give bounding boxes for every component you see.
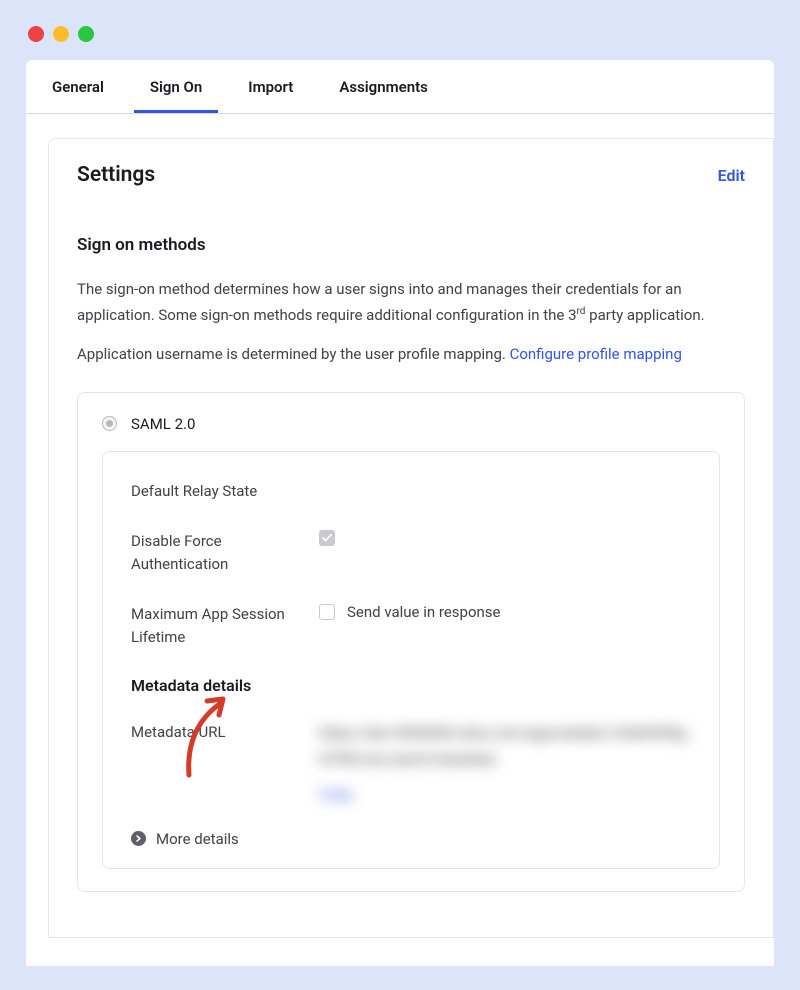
panel-title: Settings	[77, 163, 155, 187]
browser-frame: General Sign On Import Assignments Setti…	[12, 12, 788, 978]
metadata-url-label: Metadata URL	[131, 721, 319, 744]
blurred-action: Copy	[319, 782, 353, 808]
settings-panel: Settings Edit Sign on methods The sign-o…	[48, 138, 774, 938]
disable-force-auth-checkbox[interactable]	[319, 530, 335, 546]
signon-method-card: SAML 2.0 Default Relay State Disable For…	[77, 392, 745, 892]
tab-assignments[interactable]: Assignments	[323, 60, 443, 113]
chevron-right-icon	[131, 831, 146, 846]
tab-bar: General Sign On Import Assignments	[26, 60, 774, 114]
app-content: General Sign On Import Assignments Setti…	[26, 60, 774, 966]
window-maximize-button[interactable]	[78, 26, 94, 42]
default-relay-state-label: Default Relay State	[131, 480, 319, 503]
more-details-label: More details	[156, 830, 239, 848]
blurred-text: https://dev-0000000.okta.com/app/exkabc1…	[319, 724, 687, 768]
saml-settings-card: Default Relay State Disable Force Authen…	[102, 451, 720, 869]
disable-force-auth-label: Disable Force Authentication	[131, 530, 319, 575]
configure-profile-mapping-link[interactable]: Configure profile mapping	[510, 345, 682, 363]
text: party application.	[585, 306, 704, 324]
edit-button[interactable]: Edit	[718, 166, 745, 185]
max-session-row: Maximum App Session Lifetime Send value …	[131, 603, 691, 648]
max-session-label: Maximum App Session Lifetime	[131, 603, 319, 648]
radio-icon	[102, 416, 117, 431]
tab-import[interactable]: Import	[232, 60, 309, 113]
metadata-url-row: Metadata URL https://dev-0000000.okta.co…	[131, 721, 691, 808]
metadata-url-value-blurred: https://dev-0000000.okta.com/app/exkabc1…	[319, 721, 691, 808]
saml-radio-row[interactable]: SAML 2.0	[102, 415, 720, 433]
saml-radio-label: SAML 2.0	[131, 415, 195, 433]
signon-description-2: Application username is determined by th…	[77, 342, 745, 368]
default-relay-state-row: Default Relay State	[131, 480, 691, 503]
more-details-toggle[interactable]: More details	[131, 830, 691, 848]
tab-sign-on[interactable]: Sign On	[134, 60, 218, 113]
check-icon	[322, 534, 332, 542]
signon-methods-heading: Sign on methods	[77, 235, 745, 255]
panel-header: Settings Edit	[77, 163, 745, 187]
tab-general[interactable]: General	[36, 60, 120, 113]
disable-force-auth-row: Disable Force Authentication	[131, 530, 691, 575]
window-minimize-button[interactable]	[53, 26, 69, 42]
window-controls	[12, 12, 788, 60]
window-close-button[interactable]	[28, 26, 44, 42]
text: Application username is determined by th…	[77, 345, 510, 363]
signon-description-1: The sign-on method determines how a user…	[77, 277, 745, 328]
panel-wrap: Settings Edit Sign on methods The sign-o…	[26, 114, 774, 938]
metadata-details-heading: Metadata details	[131, 676, 691, 695]
send-value-checkbox[interactable]	[319, 604, 335, 620]
send-value-label: Send value in response	[347, 603, 500, 621]
